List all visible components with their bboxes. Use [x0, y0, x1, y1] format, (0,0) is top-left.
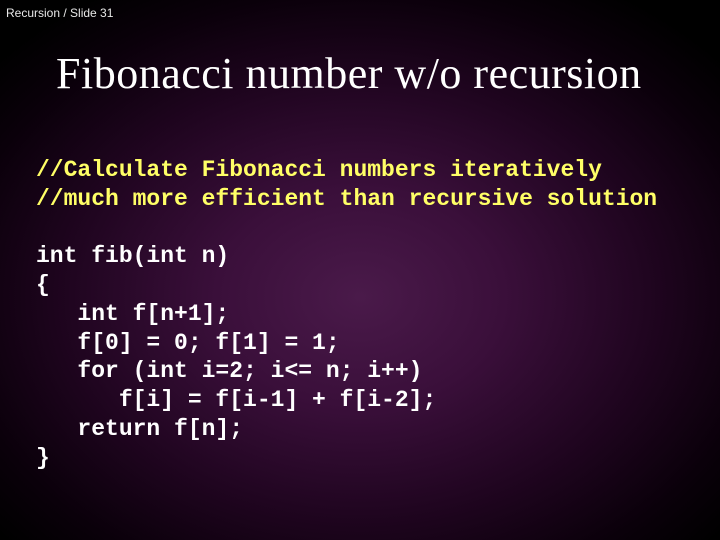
code-line: int fib(int n) [36, 243, 229, 269]
breadcrumb: Recursion / Slide 31 [6, 6, 113, 20]
code-line: f[i] = f[i-1] + f[i-2]; [36, 387, 436, 413]
code-line: } [36, 445, 50, 471]
code-line: { [36, 272, 50, 298]
code-line: return f[n]; [36, 416, 243, 442]
code-line: f[0] = 0; f[1] = 1; [36, 330, 340, 356]
slide-title: Fibonacci number w/o recursion [56, 48, 690, 99]
code-block: //Calculate Fibonacci numbers iterativel… [36, 156, 690, 472]
code-line: int f[n+1]; [36, 301, 229, 327]
code-line: for (int i=2; i<= n; i++) [36, 358, 422, 384]
code-comment-1: //Calculate Fibonacci numbers iterativel… [36, 157, 602, 183]
code-comment-2: //much more efficient than recursive sol… [36, 186, 657, 212]
